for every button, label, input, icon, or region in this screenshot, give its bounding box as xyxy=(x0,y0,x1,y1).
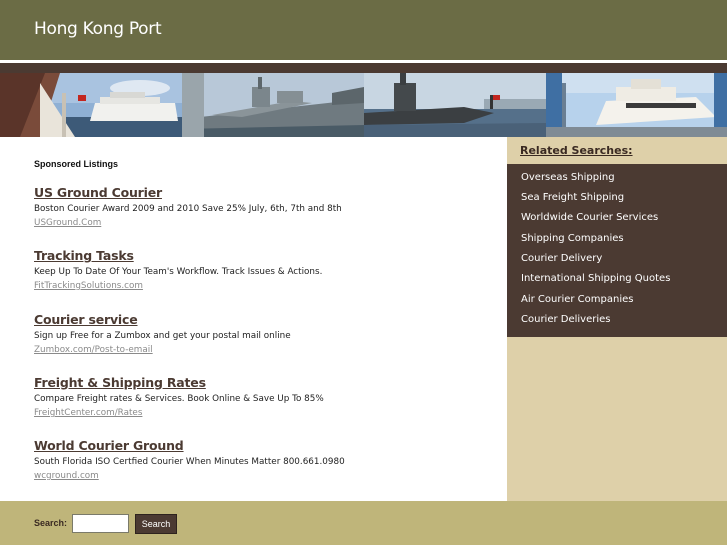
related-search-link[interactable]: Overseas Shipping xyxy=(521,172,615,183)
listing-url[interactable]: Zumbox.com/Post-to-email xyxy=(34,345,494,355)
related-search-link[interactable]: Shipping Companies xyxy=(521,233,624,244)
search-button[interactable]: Search xyxy=(135,514,177,534)
submarine-dock-photo xyxy=(364,73,546,137)
listing-description: Boston Courier Award 2009 and 2010 Save … xyxy=(34,204,342,214)
yacht-marina-photo xyxy=(546,73,727,137)
related-search-link[interactable]: Sea Freight Shipping xyxy=(521,192,624,203)
search-footer: Search: Search xyxy=(0,501,727,545)
listing-url[interactable]: FreightCenter.com/Rates xyxy=(34,408,494,418)
listing-title[interactable]: World Courier Ground xyxy=(34,438,494,453)
related-searches-heading[interactable]: Related Searches: xyxy=(520,144,633,157)
harbor-cruise-ship-photo xyxy=(0,73,182,137)
related-searches-sidebar: Related Searches: Overseas Shipping Sea … xyxy=(507,137,727,501)
listing-description: Compare Freight rates & Services. Book O… xyxy=(34,394,324,404)
listing-description: Sign up Free for a Zumbox and get your p… xyxy=(34,331,291,341)
listing-title[interactable]: Tracking Tasks xyxy=(34,248,494,263)
listing-item: World Courier Ground South Florida ISO C… xyxy=(34,438,494,481)
related-search-link[interactable]: Worldwide Courier Services xyxy=(521,212,658,223)
listing-url[interactable]: USGround.Com xyxy=(34,218,494,228)
site-header: Hong Kong Port xyxy=(0,0,727,60)
search-input[interactable] xyxy=(72,514,129,533)
listing-item: US Ground Courier Boston Courier Award 2… xyxy=(34,185,494,228)
listing-item: Freight & Shipping Rates Compare Freight… xyxy=(34,375,494,418)
search-label: Search: xyxy=(34,518,68,528)
related-search-link[interactable]: International Shipping Quotes xyxy=(521,273,670,284)
listing-description: South Florida ISO Certfied Courier When … xyxy=(34,457,345,467)
site-title: Hong Kong Port xyxy=(34,19,162,39)
listing-url[interactable]: wcground.com xyxy=(34,471,494,481)
listing-description: Keep Up To Date Of Your Team's Workflow.… xyxy=(34,267,323,277)
listing-title[interactable]: US Ground Courier xyxy=(34,185,494,200)
sponsored-heading: Sponsored Listings xyxy=(34,159,119,169)
photo-banner xyxy=(0,73,727,137)
header-divider-brown xyxy=(0,63,727,73)
related-searches-list: Overseas Shipping Sea Freight Shipping W… xyxy=(507,164,727,337)
listing-title[interactable]: Courier service xyxy=(34,312,494,327)
listing-item: Courier service Sign up Free for a Zumbo… xyxy=(34,312,494,355)
listing-url[interactable]: FitTrackingSolutions.com xyxy=(34,281,494,291)
listing-title[interactable]: Freight & Shipping Rates xyxy=(34,375,494,390)
related-searches-header: Related Searches: xyxy=(507,137,727,164)
related-search-link[interactable]: Air Courier Companies xyxy=(521,294,633,305)
naval-warship-photo xyxy=(182,73,364,137)
related-search-link[interactable]: Courier Delivery xyxy=(521,253,602,264)
listing-item: Tracking Tasks Keep Up To Date Of Your T… xyxy=(34,248,494,291)
related-search-link[interactable]: Courier Deliveries xyxy=(521,314,611,325)
